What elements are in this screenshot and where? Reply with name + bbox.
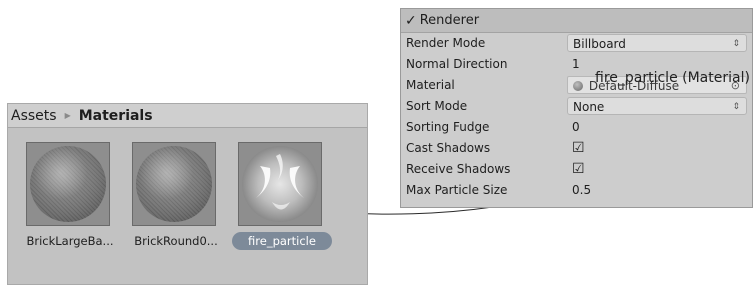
max-particle-size-field[interactable]: 0.5 <box>567 181 747 199</box>
asset-label: BrickRound0... <box>134 234 218 248</box>
property-label: Cast Shadows <box>406 141 491 155</box>
property-label: Sorting Fudge <box>406 120 490 134</box>
breadcrumb: Assets ▶ Materials <box>8 104 367 128</box>
property-row-cast-shadows: Cast Shadows ☑ <box>401 138 752 159</box>
property-row-receive-shadows: Receive Shadows ☑ <box>401 159 752 180</box>
dropdown-value: None <box>573 100 605 114</box>
render-mode-dropdown[interactable]: Billboard ⇕ <box>567 34 747 52</box>
sort-mode-dropdown[interactable]: None ⇕ <box>567 97 747 115</box>
property-row-max-particle-size: Max Particle Size 0.5 <box>401 180 752 201</box>
property-label: Receive Shadows <box>406 162 511 176</box>
inspector-panel: ✓ Renderer Render Mode Billboard ⇕ Norma… <box>400 8 753 208</box>
material-thumbnail[interactable] <box>238 142 322 226</box>
cast-shadows-checkbox[interactable]: ☑ <box>567 139 747 157</box>
up-down-arrows-icon: ⇕ <box>732 102 740 112</box>
property-row-render-mode: Render Mode Billboard ⇕ <box>401 33 752 54</box>
sorting-fudge-field[interactable]: 0 <box>567 118 747 136</box>
property-row-sorting-fudge: Sorting Fudge 0 <box>401 117 752 138</box>
triangle-right-icon: ▶ <box>64 111 71 120</box>
asset-label-selected: fire_particle <box>232 232 332 250</box>
up-down-arrows-icon: ⇕ <box>732 39 740 49</box>
property-row-sort-mode: Sort Mode None ⇕ <box>401 96 752 117</box>
receive-shadows-checkbox[interactable]: ☑ <box>567 160 747 178</box>
property-label: Material <box>406 78 455 92</box>
material-sphere-icon <box>573 81 583 91</box>
dropdown-value: Billboard <box>573 37 626 51</box>
project-panel: Assets ▶ Materials BrickLargeBa... Brick… <box>7 103 368 285</box>
breadcrumb-current[interactable]: Materials <box>79 108 153 124</box>
brick-sphere-preview <box>136 146 212 222</box>
asset-label: BrickLargeBa... <box>26 234 114 248</box>
checkmark-icon[interactable]: ✓ <box>405 13 417 29</box>
drag-tooltip: fire_particle (Material) <box>595 70 750 86</box>
property-label: Max Particle Size <box>406 183 508 197</box>
checkmark-icon: ☑ <box>572 161 585 177</box>
property-label: Normal Direction <box>406 57 508 71</box>
material-thumbnail[interactable] <box>26 142 110 226</box>
property-label: Render Mode <box>406 36 486 50</box>
brick-sphere-preview <box>30 146 106 222</box>
checkmark-icon: ☑ <box>572 140 585 156</box>
component-title: Renderer <box>419 13 480 28</box>
material-thumbnail[interactable] <box>132 142 216 226</box>
property-label: Sort Mode <box>406 99 468 113</box>
component-header[interactable]: ✓ Renderer <box>401 9 752 33</box>
breadcrumb-root[interactable]: Assets <box>11 108 57 124</box>
fire-sphere-preview <box>242 146 318 222</box>
